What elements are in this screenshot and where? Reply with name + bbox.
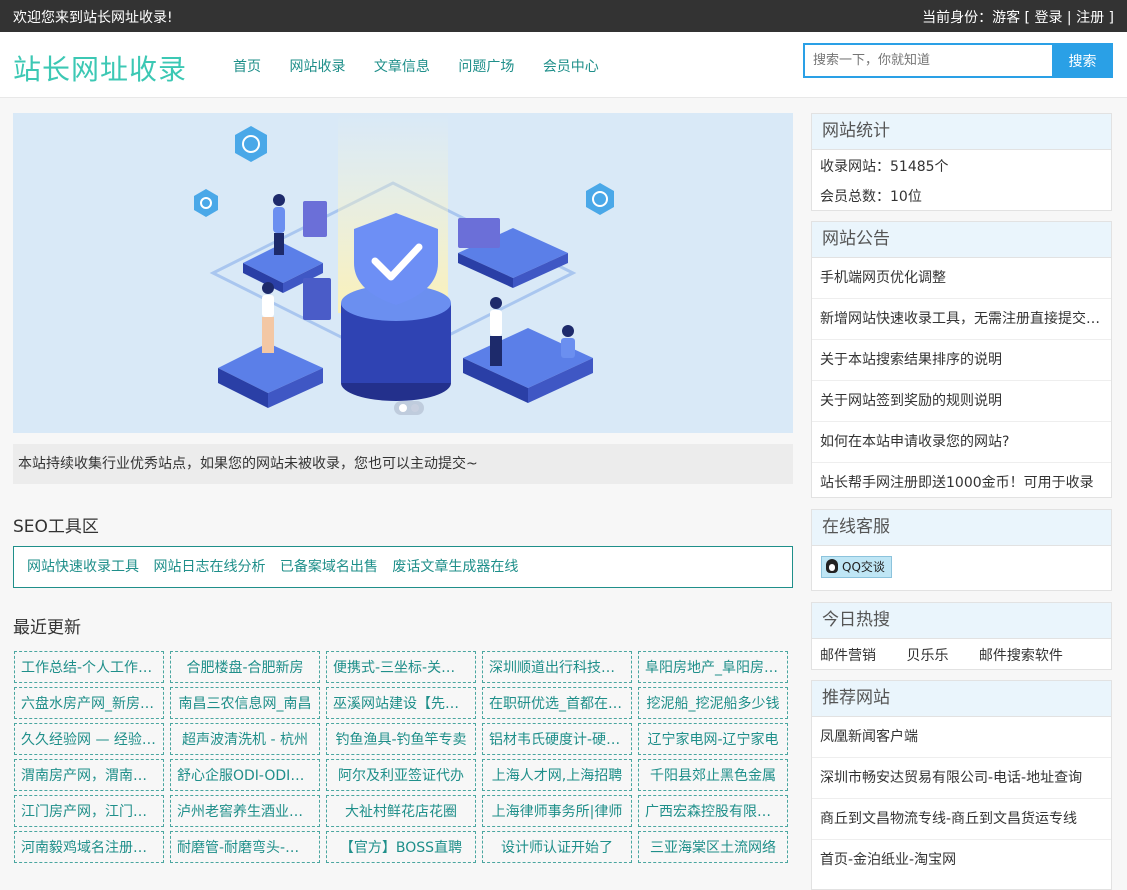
recent-site-link[interactable]: 上海律师事务所|律师 bbox=[482, 795, 632, 827]
announcement-item[interactable]: 如何在本站申请收录您的网站? bbox=[812, 422, 1111, 463]
nav-articles[interactable]: 文章信息 bbox=[374, 56, 430, 76]
announcement-item[interactable]: 新增网站快速收录工具，无需注册直接提交网站 bbox=[812, 299, 1111, 340]
recent-site-link[interactable]: 舒心企服ODI-ODI备案 bbox=[170, 759, 320, 791]
recent-site-link[interactable]: 耐磨管-耐磨弯头-厂家 bbox=[170, 831, 320, 863]
recent-site-link[interactable]: 上海人才网,上海招聘 bbox=[482, 759, 632, 791]
main-nav: 首页 网站收录 文章信息 问题广场 会员中心 bbox=[233, 56, 623, 76]
register-link[interactable]: 注册 bbox=[1076, 10, 1104, 26]
stats-title: 网站统计 bbox=[812, 114, 1111, 150]
recent-site-link[interactable]: 设计师认证开始了 bbox=[482, 831, 632, 863]
recent-site-link[interactable]: 钓鱼渔具-钓鱼竿专卖 bbox=[326, 723, 476, 755]
welcome-text: 欢迎您来到站长网址收录! bbox=[13, 10, 173, 26]
recent-site-link[interactable]: 阿尔及利亚签证代办 bbox=[326, 759, 476, 791]
recent-site-link[interactable]: 阜阳房地产_阜阳房产网 bbox=[638, 651, 788, 683]
site-logo[interactable]: 站长网址收录 bbox=[13, 48, 187, 88]
announcement-item[interactable]: 关于网站签到奖励的规则说明 bbox=[812, 381, 1111, 422]
person-figure-1 bbox=[273, 194, 285, 255]
recent-site-link[interactable]: 泸州老窖养生酒业有限 bbox=[170, 795, 320, 827]
recent-site-link[interactable]: 挖泥船_挖泥船多少钱 bbox=[638, 687, 788, 719]
recent-site-link[interactable]: 久久经验网 — 经验分享 bbox=[14, 723, 164, 755]
tool-fast-index[interactable]: 网站快速收录工具 bbox=[27, 559, 139, 575]
hex-wifi-icon bbox=[194, 189, 218, 217]
recent-site-link[interactable]: 铝材韦氏硬度计-硬度计 bbox=[482, 723, 632, 755]
person-figure-2 bbox=[262, 282, 274, 353]
recommended-item[interactable]: 首页-金泊纸业-淘宝网 bbox=[812, 840, 1111, 880]
announcement-panel: 网站公告 手机端网页优化调整 新增网站快速收录工具，无需注册直接提交网站 关于本… bbox=[811, 221, 1112, 498]
recent-site-link[interactable]: 合肥楼盘-合肥新房 bbox=[170, 651, 320, 683]
stat-sites: 收录网站：51485个 bbox=[820, 159, 949, 175]
person-figure-4 bbox=[561, 325, 575, 358]
online-service-panel: 在线客服 QQ交谈 bbox=[811, 509, 1112, 591]
recent-site-link[interactable]: 渭南房产网，渭南房产 bbox=[14, 759, 164, 791]
hex-globe-icon-right bbox=[586, 183, 614, 215]
announcement-item[interactable]: 站长帮手网注册即送1000金币！可用于收录 bbox=[812, 463, 1111, 503]
recent-section-title: 最近更新 bbox=[13, 618, 81, 638]
hot-search-panel: 今日热搜 邮件营销 贝乐乐 邮件搜索软件 bbox=[811, 602, 1112, 670]
recommended-sites-panel: 推荐网站 凤凰新闻客户端 深圳市畅安达贸易有限公司-电话-地址查询 商丘到文昌物… bbox=[811, 680, 1112, 890]
carousel-dots bbox=[394, 401, 424, 415]
hot-search-item[interactable]: 邮件搜索软件 bbox=[979, 648, 1063, 664]
recent-site-link[interactable]: 超声波清洗机 - 杭州 bbox=[170, 723, 320, 755]
nav-member-center[interactable]: 会员中心 bbox=[543, 56, 599, 76]
hot-search-item[interactable]: 贝乐乐 bbox=[906, 648, 948, 664]
recent-site-link[interactable]: 便携式-三坐标-关节臂 bbox=[326, 651, 476, 683]
site-stats-panel: 网站统计 收录网站：51485个 会员总数：10位 bbox=[811, 113, 1112, 211]
recent-site-link[interactable]: 工作总结-个人工作总结 bbox=[14, 651, 164, 683]
identity-status: 当前身份：游客 [ 登录 | 注册 ] bbox=[922, 10, 1114, 26]
recent-site-link[interactable]: 六盘水房产网_新房二手房 bbox=[14, 687, 164, 719]
hero-banner[interactable] bbox=[13, 113, 793, 433]
hot-search-title: 今日热搜 bbox=[812, 603, 1111, 639]
person-figure-3 bbox=[490, 297, 502, 366]
carousel-dot[interactable] bbox=[411, 404, 419, 412]
qq-chat-button[interactable]: QQ交谈 bbox=[821, 556, 892, 578]
recent-site-link[interactable]: 在职研优选_首都在职研 bbox=[482, 687, 632, 719]
search-button[interactable]: 搜索 bbox=[1052, 43, 1113, 78]
stat-members: 会员总数：10位 bbox=[820, 189, 922, 205]
tool-log-analysis[interactable]: 网站日志在线分析 bbox=[153, 559, 265, 575]
recent-site-link[interactable]: 辽宁家电网-辽宁家电 bbox=[638, 723, 788, 755]
submit-notice: 本站持续收集行业优秀站点，如果您的网站未被收录，您也可以主动提交~ bbox=[13, 444, 793, 484]
recent-site-link[interactable]: 江门房产网，江门房产 bbox=[14, 795, 164, 827]
recommended-item[interactable]: 深圳市畅安达贸易有限公司-电话-地址查询 bbox=[812, 758, 1111, 799]
announcement-item[interactable]: 关于本站搜索结果排序的说明 bbox=[812, 340, 1111, 381]
recent-site-link[interactable]: 千阳县郊止黑色金属 bbox=[638, 759, 788, 791]
seo-section-title: SEO工具区 bbox=[13, 517, 99, 537]
login-link[interactable]: 登录 bbox=[1034, 10, 1062, 26]
seo-tools-box: 网站快速收录工具 网站日志在线分析 已备案域名出售 废话文章生成器在线 bbox=[13, 546, 793, 588]
nav-questions[interactable]: 问题广场 bbox=[458, 56, 514, 76]
carousel-dot-active[interactable] bbox=[399, 404, 407, 412]
hot-search-list: 邮件营销 贝乐乐 邮件搜索软件 bbox=[812, 639, 1111, 671]
recommended-title: 推荐网站 bbox=[812, 681, 1111, 717]
recent-site-link[interactable]: 深圳顺道出行科技有限公司 bbox=[482, 651, 632, 683]
search-input[interactable] bbox=[803, 43, 1058, 78]
nav-site-submit[interactable]: 网站收录 bbox=[289, 56, 345, 76]
recent-site-link[interactable]: 广西宏森控股有限公司 bbox=[638, 795, 788, 827]
qq-chat-label: QQ交谈 bbox=[842, 560, 885, 574]
banner-illustration bbox=[194, 113, 614, 408]
search-box: 搜索 bbox=[803, 43, 1113, 78]
recent-site-link[interactable]: 【官方】BOSS直聘 bbox=[326, 831, 476, 863]
recent-site-link[interactable]: 南昌三农信息网_南昌 bbox=[170, 687, 320, 719]
hot-search-item[interactable]: 邮件营销 bbox=[820, 648, 876, 664]
tool-domain-sale[interactable]: 已备案域名出售 bbox=[280, 559, 378, 575]
top-bar: 欢迎您来到站长网址收录! 当前身份：游客 [ 登录 | 注册 ] bbox=[0, 0, 1127, 32]
tool-article-generator[interactable]: 废话文章生成器在线 bbox=[392, 559, 518, 575]
announcement-title: 网站公告 bbox=[812, 222, 1111, 258]
hex-globe-icon-left bbox=[235, 126, 267, 162]
recent-site-link[interactable]: 三亚海棠区土流网络 bbox=[638, 831, 788, 863]
recommended-item[interactable]: 商丘到文昌物流专线-商丘到文昌货运专线 bbox=[812, 799, 1111, 840]
recent-site-link[interactable]: 巫溪网站建设【先锋网络】 bbox=[326, 687, 476, 719]
qq-penguin-icon bbox=[826, 559, 838, 573]
nav-home[interactable]: 首页 bbox=[233, 56, 261, 76]
announcement-item[interactable]: 手机端网页优化调整 bbox=[812, 258, 1111, 299]
site-header: 站长网址收录 首页 网站收录 文章信息 问题广场 会员中心 搜索 bbox=[0, 32, 1127, 98]
notice-text: 本站持续收集行业优秀站点，如果您的网站未被收录，您也可以主动提交~ bbox=[18, 456, 478, 472]
recent-site-link[interactable]: 河南毅鸡域名注册服务 bbox=[14, 831, 164, 863]
recent-site-link[interactable]: 大祉村鲜花店花圈 bbox=[326, 795, 476, 827]
recommended-item[interactable]: 凤凰新闻客户端 bbox=[812, 717, 1111, 758]
service-title: 在线客服 bbox=[812, 510, 1111, 546]
